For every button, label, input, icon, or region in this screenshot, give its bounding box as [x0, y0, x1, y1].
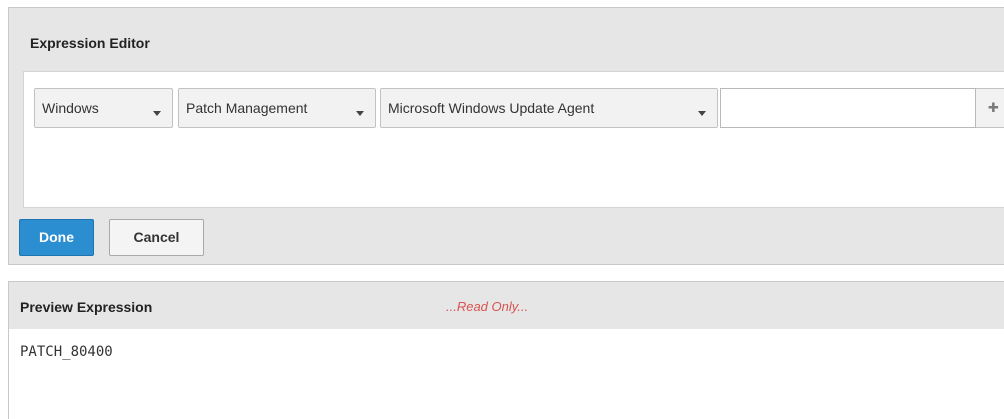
expression-value-input[interactable] — [720, 88, 976, 128]
os-dropdown[interactable]: Windows — [34, 88, 173, 128]
read-only-label: ...Read Only... — [446, 299, 529, 314]
expression-builder-area: Windows Patch Management Microsoft Windo… — [23, 71, 1004, 208]
os-dropdown-value: Windows — [42, 100, 99, 116]
cancel-button[interactable]: Cancel — [109, 219, 204, 256]
done-button[interactable]: Done — [19, 219, 94, 256]
expression-editor-title: Expression Editor — [30, 35, 150, 51]
product-dropdown[interactable]: Microsoft Windows Update Agent — [380, 88, 718, 128]
product-dropdown-value: Microsoft Windows Update Agent — [388, 100, 595, 116]
preview-expression-body: PATCH_80400 — [8, 329, 1004, 419]
chevron-down-icon — [153, 111, 161, 116]
add-condition-button[interactable]: ✚ — [976, 88, 1004, 128]
chevron-down-icon — [356, 111, 364, 116]
category-dropdown-value: Patch Management — [186, 100, 308, 116]
preview-expression-header: Preview Expression ...Read Only... — [8, 281, 1004, 330]
preview-expression-text: PATCH_80400 — [20, 344, 113, 360]
expression-editor-panel: Expression Editor Windows Patch Manageme… — [8, 7, 1004, 265]
chevron-down-icon — [698, 111, 706, 116]
category-dropdown[interactable]: Patch Management — [178, 88, 376, 128]
plus-icon: ✚ — [988, 100, 999, 115]
preview-expression-title: Preview Expression — [20, 299, 153, 315]
